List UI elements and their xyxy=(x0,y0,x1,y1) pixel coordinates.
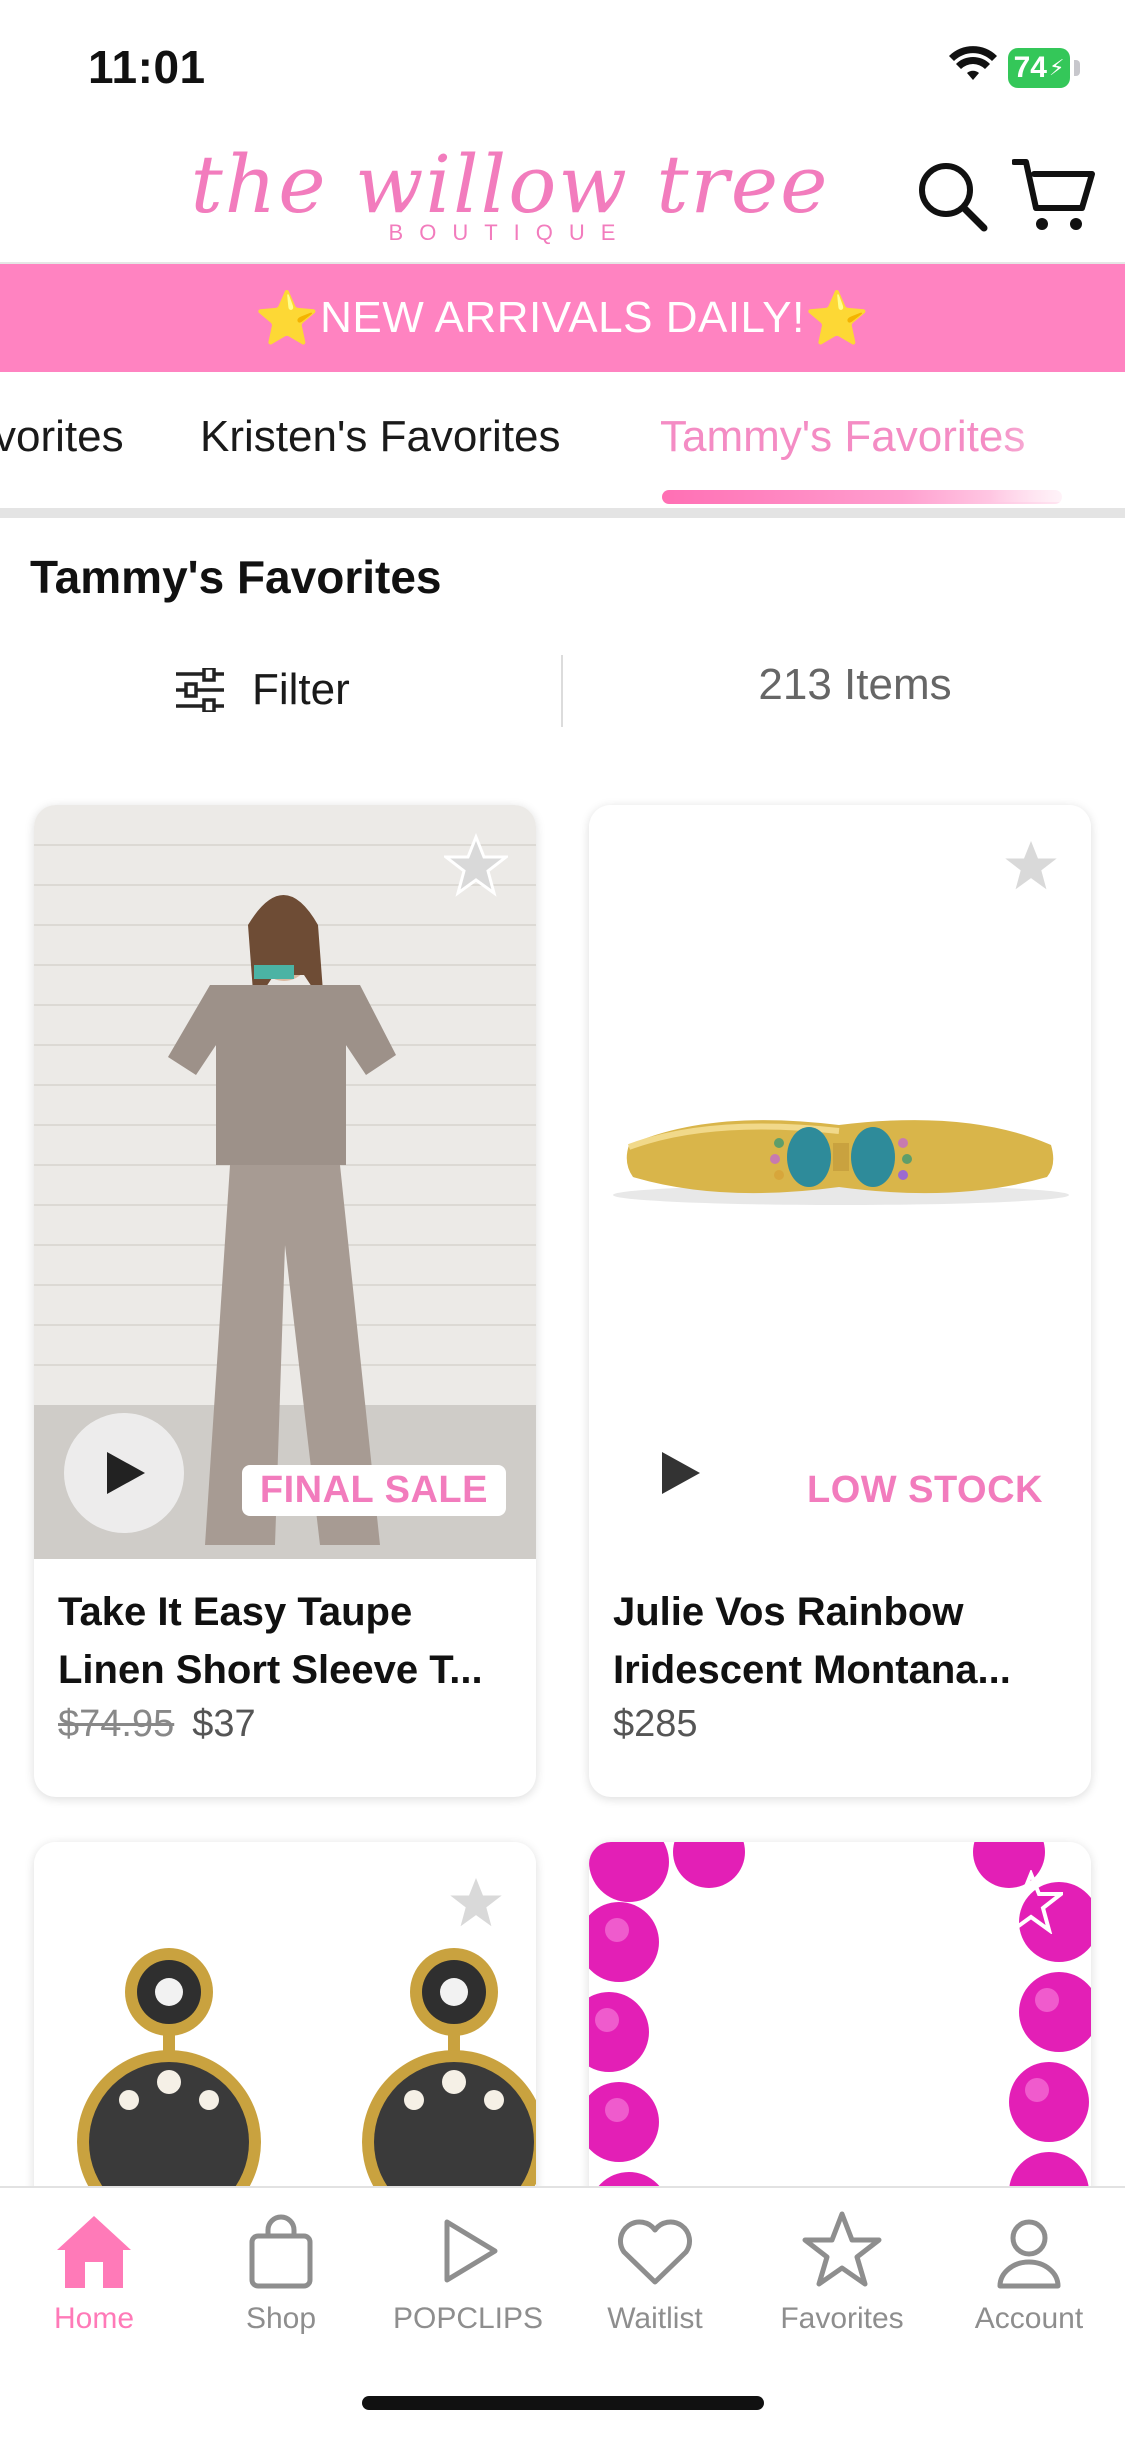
home-indicator xyxy=(362,2396,764,2410)
original-price: $74.95 xyxy=(58,1703,175,1745)
star-icon xyxy=(802,2211,882,2287)
play-icon xyxy=(107,1452,145,1494)
brand-logo[interactable]: the willow tree BOUTIQUE xyxy=(140,140,880,250)
low-stock-badge: LOW STOCK xyxy=(806,1469,1043,1511)
product-price: $74.95 $37 xyxy=(58,1703,256,1746)
nav-waitlist-label: Waitlist xyxy=(607,2302,703,2335)
nav-home-label: Home xyxy=(53,2302,135,2335)
filter-label: Filter xyxy=(252,665,350,714)
favorite-star-icon[interactable] xyxy=(444,1870,508,1934)
filter-divider xyxy=(561,655,563,727)
favorite-star-icon[interactable] xyxy=(999,1870,1063,1934)
home-icon xyxy=(57,2216,131,2288)
person-icon xyxy=(997,2219,1061,2289)
heart-icon xyxy=(618,2219,692,2285)
nav-account-label: Account xyxy=(974,2302,1084,2335)
nav-favorites[interactable]: Favorites xyxy=(752,2206,932,2336)
promo-banner-text: NEW ARRIVALS DAILY! xyxy=(320,293,805,342)
filter-sliders-icon xyxy=(176,668,224,712)
video-play-button[interactable] xyxy=(619,1413,739,1533)
tabs-fade xyxy=(990,372,1125,502)
product-name[interactable]: Take It Easy Taupe Linen Short Sleeve T.… xyxy=(58,1583,518,1699)
battery-indicator: 74 ⚡ xyxy=(1008,48,1080,88)
play-icon xyxy=(662,1452,700,1494)
nav-shop-label: Shop xyxy=(245,2302,317,2335)
star-emoji-left: ⭐ xyxy=(254,289,321,348)
wifi-icon xyxy=(949,46,997,80)
category-tabs: vorites Kristen's Favorites Tammy's Favo… xyxy=(0,372,1125,522)
nav-shop[interactable]: Shop xyxy=(191,2206,371,2336)
product-card[interactable]: LOW STOCK Julie Vos Rainbow Iridescent M… xyxy=(589,805,1091,1797)
favorite-star-icon[interactable] xyxy=(444,833,508,897)
sale-price: $37 xyxy=(192,1703,256,1745)
nav-account[interactable]: Account xyxy=(939,2206,1119,2336)
play-icon xyxy=(444,2219,498,2283)
item-count: 213 Items xyxy=(758,660,952,709)
product-price: $285 xyxy=(613,1703,698,1746)
logo-subtitle: BOUTIQUE xyxy=(388,220,632,245)
product-name[interactable]: Julie Vos Rainbow Iridescent Montana... xyxy=(613,1583,1073,1699)
nav-popclips-label: POPCLIPS xyxy=(392,2302,544,2335)
logo-script-text: the willow tree xyxy=(190,138,830,231)
video-play-button[interactable] xyxy=(64,1413,184,1533)
nav-home[interactable]: Home xyxy=(4,2206,184,2336)
cart-icon[interactable] xyxy=(1012,156,1096,234)
tabs-divider xyxy=(0,508,1125,518)
product-card[interactable] xyxy=(589,1842,1091,2242)
nav-favorites-label: Favorites xyxy=(780,2302,904,2335)
nav-waitlist[interactable]: Waitlist xyxy=(565,2206,745,2336)
page-title: Tammy's Favorites xyxy=(30,551,442,603)
status-time: 11:01 xyxy=(88,41,206,93)
final-sale-badge: FINAL SALE xyxy=(241,1465,506,1516)
star-emoji-right: ⭐ xyxy=(804,289,871,348)
filter-button[interactable]: Filter xyxy=(174,660,350,720)
tab-tammys-favorites[interactable]: Tammy's Favorites xyxy=(660,412,1025,462)
product-card[interactable]: FINAL SALE Take It Easy Taupe Linen Shor… xyxy=(34,805,536,1797)
search-icon[interactable] xyxy=(916,160,988,232)
nav-popclips[interactable]: POPCLIPS xyxy=(378,2206,558,2336)
tab-kristens-favorites[interactable]: Kristen's Favorites xyxy=(200,412,561,462)
promo-banner[interactable]: ⭐ NEW ARRIVALS DAILY! ⭐ xyxy=(0,264,1125,372)
product-card[interactable] xyxy=(34,1842,536,2242)
battery-level: 74 xyxy=(1013,51,1047,84)
tab-favorites-partial[interactable]: vorites xyxy=(0,412,124,462)
favorite-star-icon[interactable] xyxy=(999,833,1063,897)
current-price: $285 xyxy=(613,1703,698,1745)
shopping-bag-icon xyxy=(249,2214,313,2289)
